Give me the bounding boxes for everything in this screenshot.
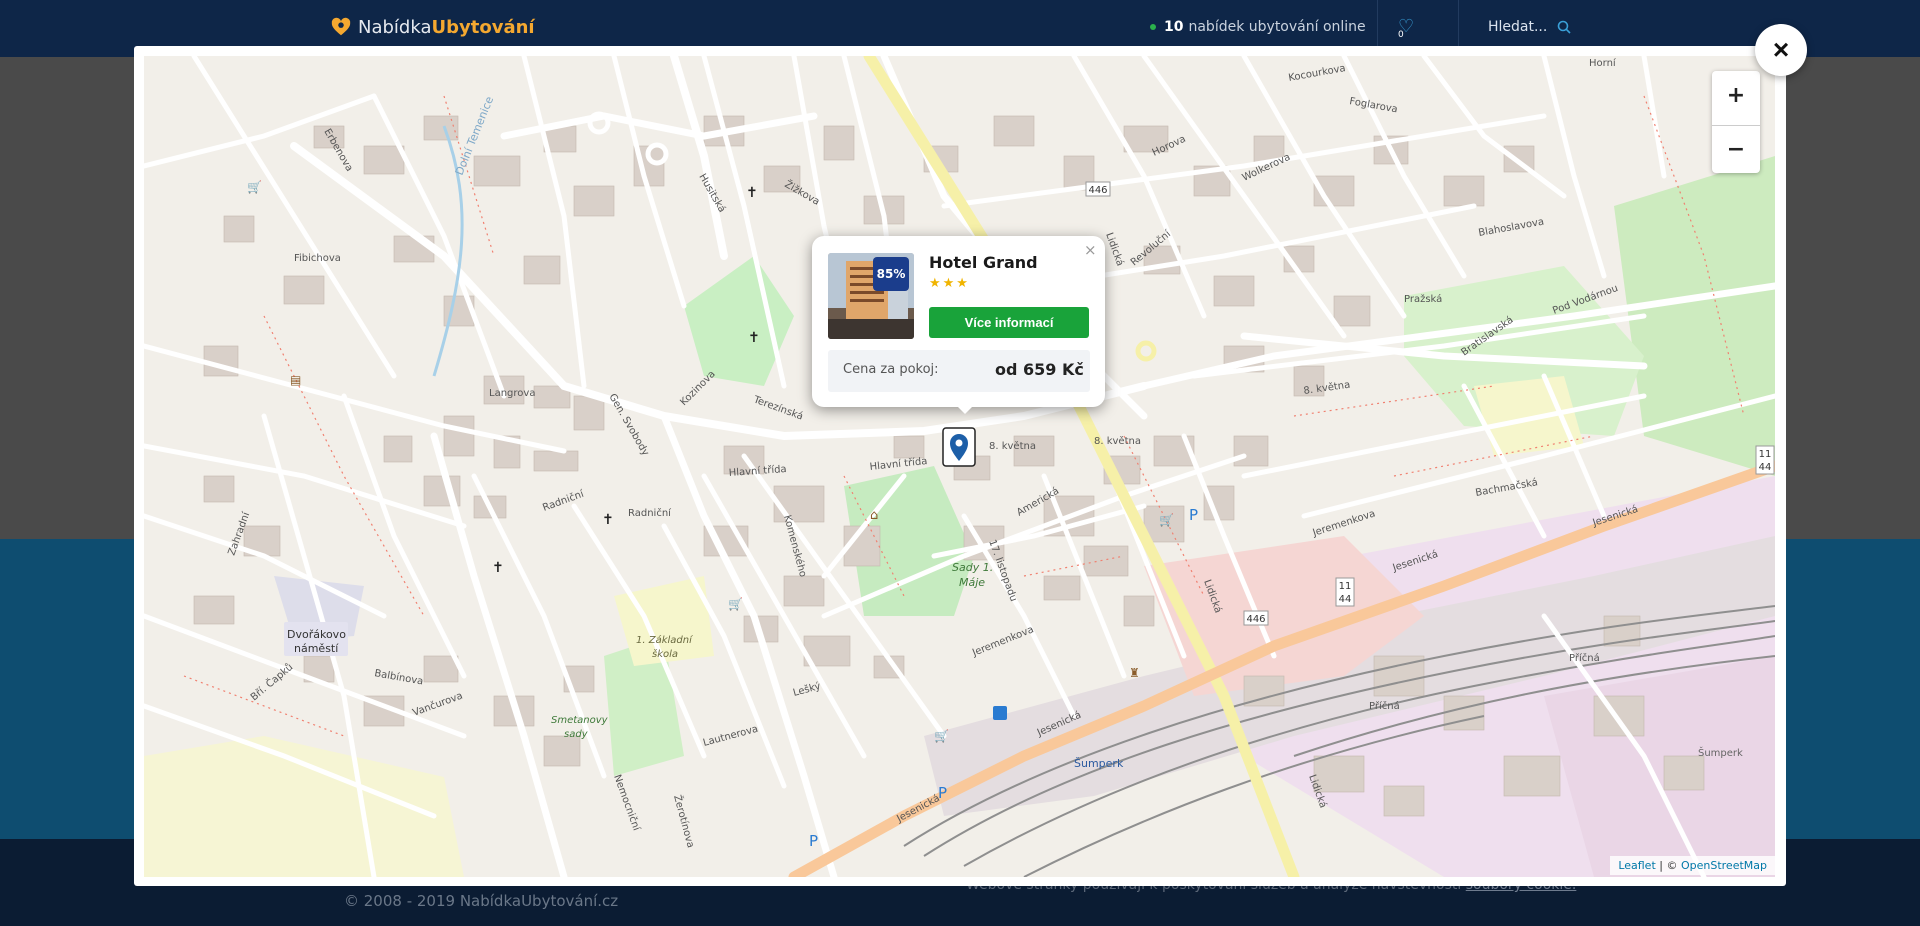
map-label: Smetanovy [551,715,609,726]
parking-icon: P [1189,506,1198,524]
zoom-in-button[interactable]: + [1712,71,1760,119]
church-icon: ✝ [746,185,758,201]
road-number: 446 [1088,185,1107,196]
shop-icon: 🛒 [247,180,262,194]
church-icon: ✝ [748,330,760,346]
map-label: Příčná [1369,700,1400,712]
map-label: Příčná [1569,652,1600,664]
map-label: Horní [1589,57,1617,69]
library-icon: ▤ [290,373,301,387]
offers-count: 10 [1164,19,1184,35]
map-label: Dvořákovo [287,628,346,641]
online-dot-icon [1150,24,1156,30]
map-label: Fibichova [294,253,341,264]
price-value: od 659 Kč [995,360,1084,379]
road-number: 44 [1759,462,1772,473]
parking-icon: P [809,832,818,850]
hotel-map-marker[interactable] [942,427,976,467]
map-label: Šumperk [1698,746,1743,759]
rating-badge: 85% [873,257,909,291]
shop-icon: 🛒 [934,729,949,743]
search-icon [1558,20,1571,34]
church-icon: ✝ [492,560,504,576]
museum-icon: ⌂ [870,508,878,523]
shop-icon: 🛒 [728,597,743,611]
popup-close-button[interactable]: × [1084,241,1097,259]
map-label: Šumperk [1074,757,1124,770]
map-label: Sady 1. [952,561,993,574]
map-label: náměstí [294,642,339,655]
road-number: 44 [1339,594,1352,605]
close-modal-button[interactable]: × [1755,24,1807,76]
map-label: sady [564,729,589,740]
zoom-control: + − [1712,71,1760,173]
star-rating-icon: ★★★ [929,276,970,291]
map-label: Pražská [1404,293,1442,305]
map-label: škola [652,648,678,660]
offers-text: nabídek ubytování online [1188,19,1366,35]
popup-tip [956,405,974,414]
map-label: 1. Základní [636,634,693,646]
shop-icon: 🛒 [1159,513,1174,527]
road-number: 11 [1759,449,1772,460]
map-label: Langrova [489,388,535,399]
logo-text-plain: Nabídka [358,16,432,38]
map-label: Máje [959,576,985,589]
road-number: 446 [1246,614,1265,625]
map-attribution: Leaflet | © OpenStreetMap [1610,856,1775,875]
offers-counter: 10 nabídek ubytování online [1150,19,1366,35]
hotel-name[interactable]: Hotel Grand [929,253,1038,272]
heart-logo-icon [331,17,351,36]
church-icon: ✝ [602,512,614,528]
price-label: Cena za pokoj: [843,362,939,377]
poi-icon: ♜ [1129,666,1140,680]
footer-copyright: © 2008 - 2019 NabídkaUbytování.cz [344,892,619,910]
map-label: 8. května [989,440,1036,452]
openstreetmap-link[interactable]: OpenStreetMap [1681,859,1767,872]
more-info-button[interactable]: Více informací [929,307,1089,338]
bus-station-icon [993,706,1007,720]
site-logo[interactable]: Nabídka Ubytování [330,16,535,38]
zoom-out-button[interactable]: − [1712,125,1760,173]
attribution-separator: | © [1655,859,1681,872]
map-label: 8. května [1094,435,1141,447]
favorites-count: 0 [1398,30,1404,40]
search-label: Hledat... [1488,19,1548,35]
map-pin-icon [942,427,976,467]
logo-text-bold: Ubytování [431,16,535,38]
header-search[interactable]: Hledat... [1488,19,1571,35]
leaflet-link[interactable]: Leaflet [1618,859,1655,872]
map-label: Radniční [628,507,672,519]
road-number: 11 [1339,581,1352,592]
